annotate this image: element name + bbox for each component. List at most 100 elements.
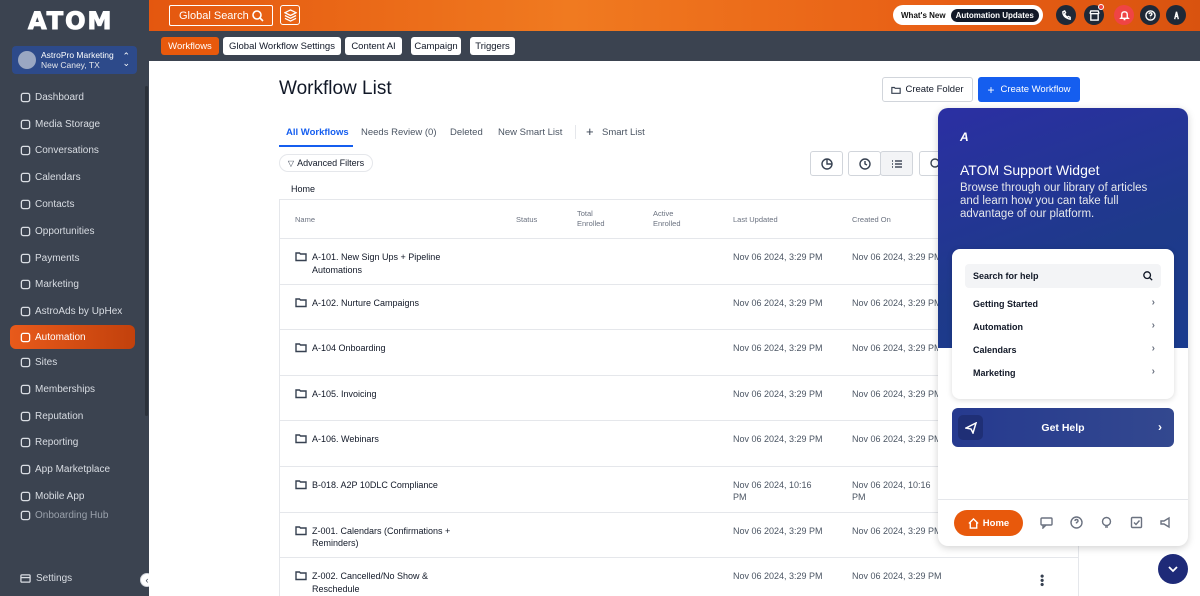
help-link-marketing[interactable]: Marketing › [965, 361, 1161, 384]
workflow-name-cell[interactable]: B-018. A2P 10DLC Compliance [295, 479, 465, 492]
sidebar-item-reputation[interactable]: Reputation [0, 403, 149, 430]
col-status[interactable]: Status [516, 215, 537, 225]
widget-announcements-button[interactable] [1159, 516, 1172, 529]
help-link-calendars[interactable]: Calendars › [965, 338, 1161, 361]
sidebar-item-automation[interactable]: Automation [10, 325, 135, 350]
workflow-name-cell[interactable]: Z-001. Calendars (Confirmations + Remind… [295, 525, 465, 550]
table-row[interactable]: Z-002. Cancelled/No Show & Reschedule Nov… [280, 558, 1078, 596]
widget-feature-button[interactable] [1100, 516, 1113, 529]
ads-icon [20, 306, 31, 317]
whats-new-button[interactable]: What's New Automation Updates [893, 5, 1043, 25]
sidebar-item-marketing[interactable]: Marketing [0, 272, 149, 299]
last-updated-cell: Nov 06 2024, 3:29 PM [733, 434, 823, 445]
mobile-icon [20, 491, 31, 502]
dollar-icon [20, 253, 31, 264]
advanced-filters-button[interactable]: ▽ Advanced Filters [279, 154, 373, 172]
sidebar-item-astroads-by-uphex[interactable]: AstroAds by UpHex [0, 298, 149, 325]
workflow-name-cell[interactable]: A-101. New Sign Ups + Pipeline Automatio… [295, 251, 465, 276]
tab-needs-review[interactable]: Needs Review (0) [361, 127, 437, 138]
tab-all-workflows[interactable]: All Workflows [286, 127, 349, 138]
home-icon [968, 517, 979, 529]
sidebar-item-onboarding-hub[interactable]: Onboarding Hub [0, 510, 149, 524]
workflow-name-cell[interactable]: A-105. Invoicing [295, 388, 465, 401]
account-switcher[interactable]: AstroPro Marketing New Caney, TX ⌃ ⌄ [12, 46, 137, 74]
last-updated-cell: Nov 06 2024, 3:29 PM [733, 252, 823, 262]
checkbox-icon [1130, 516, 1143, 529]
more-options-icon[interactable]: ••• [1035, 574, 1049, 587]
widget-messages-button[interactable] [1040, 516, 1053, 530]
subtab-global-settings[interactable]: Global Workflow Settings [223, 37, 341, 55]
list-view-button[interactable] [880, 151, 913, 176]
col-total-enrolled[interactable]: Total Enrolled [577, 209, 617, 229]
col-active-enrolled[interactable]: Active Enrolled [653, 209, 693, 229]
notifications-button[interactable] [1114, 5, 1134, 25]
workflow-name-cell[interactable]: Z-002. Cancelled/No Show & Reschedule [295, 570, 465, 595]
workflow-name-cell[interactable]: A-104 Onboarding [295, 342, 465, 355]
sidebar-item-media-storage[interactable]: Media Storage [0, 111, 149, 138]
help-link-getting-started[interactable]: Getting Started › [965, 292, 1161, 315]
sidebar-item-contacts[interactable]: Contacts [0, 191, 149, 218]
breadcrumb[interactable]: Home [291, 184, 315, 194]
sidebar-item-label: Automation [35, 331, 86, 343]
help-button[interactable] [1140, 5, 1160, 25]
widget-toggle-button[interactable] [1158, 554, 1188, 584]
history-view-button[interactable] [848, 151, 881, 176]
get-help-button[interactable]: Get Help › [952, 408, 1174, 447]
sidebar-item-mobile-app[interactable]: Mobile App [0, 483, 149, 510]
help-search-placeholder: Search for help [973, 271, 1039, 281]
chart-view-button[interactable] [810, 151, 843, 176]
sidebar-item-conversations[interactable]: Conversations [0, 138, 149, 165]
last-updated-cell: Nov 06 2024, 3:29 PM [733, 297, 823, 308]
col-last-updated[interactable]: Last Updated [733, 215, 778, 225]
global-search-button[interactable]: Global Search [169, 5, 273, 26]
create-workflow-button[interactable]: + Create Workflow [978, 77, 1080, 102]
tab-new-smart-list[interactable]: New Smart List [498, 127, 562, 138]
sidebar-scrollbar[interactable] [145, 86, 148, 416]
sidebar-item-label: Calendars [35, 172, 81, 184]
plus-icon[interactable]: + [586, 124, 594, 139]
widget-home-button[interactable]: Home [954, 510, 1023, 536]
sidebar-item-settings[interactable]: Settings [20, 573, 72, 584]
help-link-automation[interactable]: Automation › [965, 315, 1161, 338]
widget-help-button[interactable] [1070, 516, 1083, 529]
workflow-name: B-018. A2P 10DLC Compliance [312, 479, 438, 490]
add-smart-list-button[interactable]: Smart List [602, 127, 645, 138]
sidebar-item-label: Settings [36, 573, 73, 584]
sidebar-item-label: Conversations [35, 145, 99, 157]
plus-icon: + [987, 82, 995, 97]
help-link-label: Automation [973, 321, 1023, 332]
col-name[interactable]: Name [295, 215, 315, 225]
widget-home-label: Home [982, 517, 1010, 529]
help-search-input[interactable]: Search for help [965, 264, 1161, 288]
subtab-content-ai[interactable]: Content AI [345, 37, 402, 55]
widget-tasks-button[interactable] [1130, 516, 1143, 529]
marketplace-button[interactable] [1084, 4, 1104, 25]
subtab-triggers[interactable]: Triggers [470, 37, 515, 55]
help-search-card: Search for help Getting Started › Automat… [952, 249, 1174, 399]
profile-button[interactable] [1166, 5, 1186, 25]
phone-button[interactable] [1056, 5, 1076, 25]
sidebar-item-memberships[interactable]: Memberships [0, 376, 149, 403]
app-logo[interactable]: ATOM [0, 0, 149, 42]
sidebar-item-payments[interactable]: Payments [0, 245, 149, 272]
subtab-workflows[interactable]: Workflows [161, 37, 219, 55]
subtab-campaign[interactable]: Campaign [411, 37, 461, 55]
col-created-on[interactable]: Created On [852, 215, 891, 225]
layers-button[interactable] [280, 5, 300, 25]
send-icon [958, 415, 983, 440]
sidebar-item-label: Reporting [35, 437, 79, 449]
sidebar-item-reporting[interactable]: Reporting [0, 430, 149, 457]
folder-icon [295, 525, 307, 535]
folder-icon [891, 86, 902, 94]
workflow-name-cell[interactable]: A-106. Webinars [295, 433, 465, 446]
sidebar-item-dashboard[interactable]: Dashboard [0, 84, 149, 111]
create-folder-button[interactable]: Create Folder [882, 77, 973, 102]
sidebar-item-calendars[interactable]: Calendars [0, 164, 149, 191]
sidebar-item-sites[interactable]: Sites [0, 349, 149, 376]
sidebar-item-opportunities[interactable]: Opportunities [0, 218, 149, 245]
sidebar-item-app-marketplace[interactable]: App Marketplace [0, 456, 149, 483]
advanced-filters-label: Advanced Filters [297, 158, 365, 168]
workflow-name-cell[interactable]: A-102. Nurture Campaigns [295, 297, 465, 310]
last-updated-cell: Nov 06 2024, 3:29 PM [733, 571, 823, 582]
tab-deleted[interactable]: Deleted [450, 127, 483, 138]
